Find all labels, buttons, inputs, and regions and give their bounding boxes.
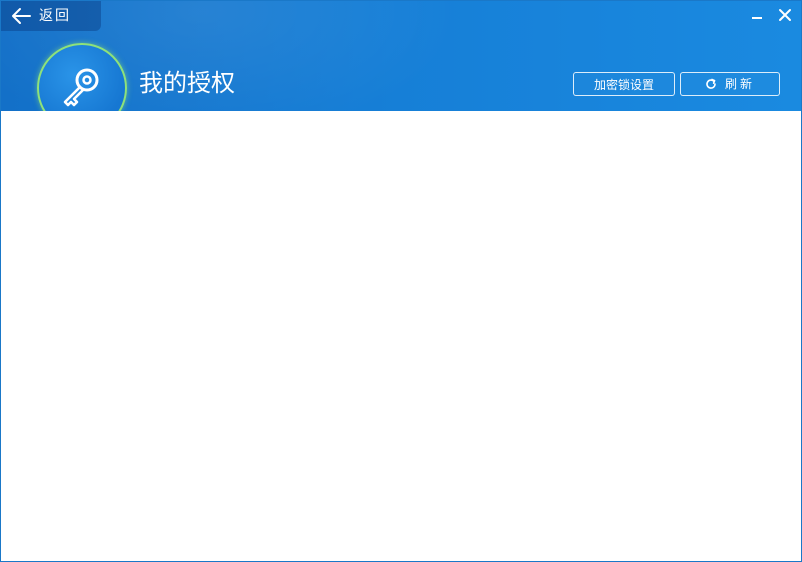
authorization-list-area [1,111,801,561]
refresh-icon [706,78,716,89]
lock-settings-button[interactable]: 加密锁设置 [573,72,675,96]
close-icon[interactable] [777,7,793,23]
lock-settings-label: 加密锁设置 [593,78,654,92]
refresh-button[interactable]: 刷新 [680,72,780,96]
app-window: 返回 我的授权 加密锁设置 刷新 [0,0,802,562]
page-title: 我的授权 [139,69,235,97]
minimize-icon[interactable] [749,7,765,23]
window-controls [749,7,793,23]
refresh-label: 刷新 [724,77,755,91]
arrow-left-icon [12,8,31,24]
key-icon [63,68,99,107]
back-label: 返回 [39,8,71,24]
header-bar: 返回 我的授权 加密锁设置 刷新 [1,1,801,111]
avatar [37,43,127,111]
back-button[interactable]: 返回 [1,1,101,31]
